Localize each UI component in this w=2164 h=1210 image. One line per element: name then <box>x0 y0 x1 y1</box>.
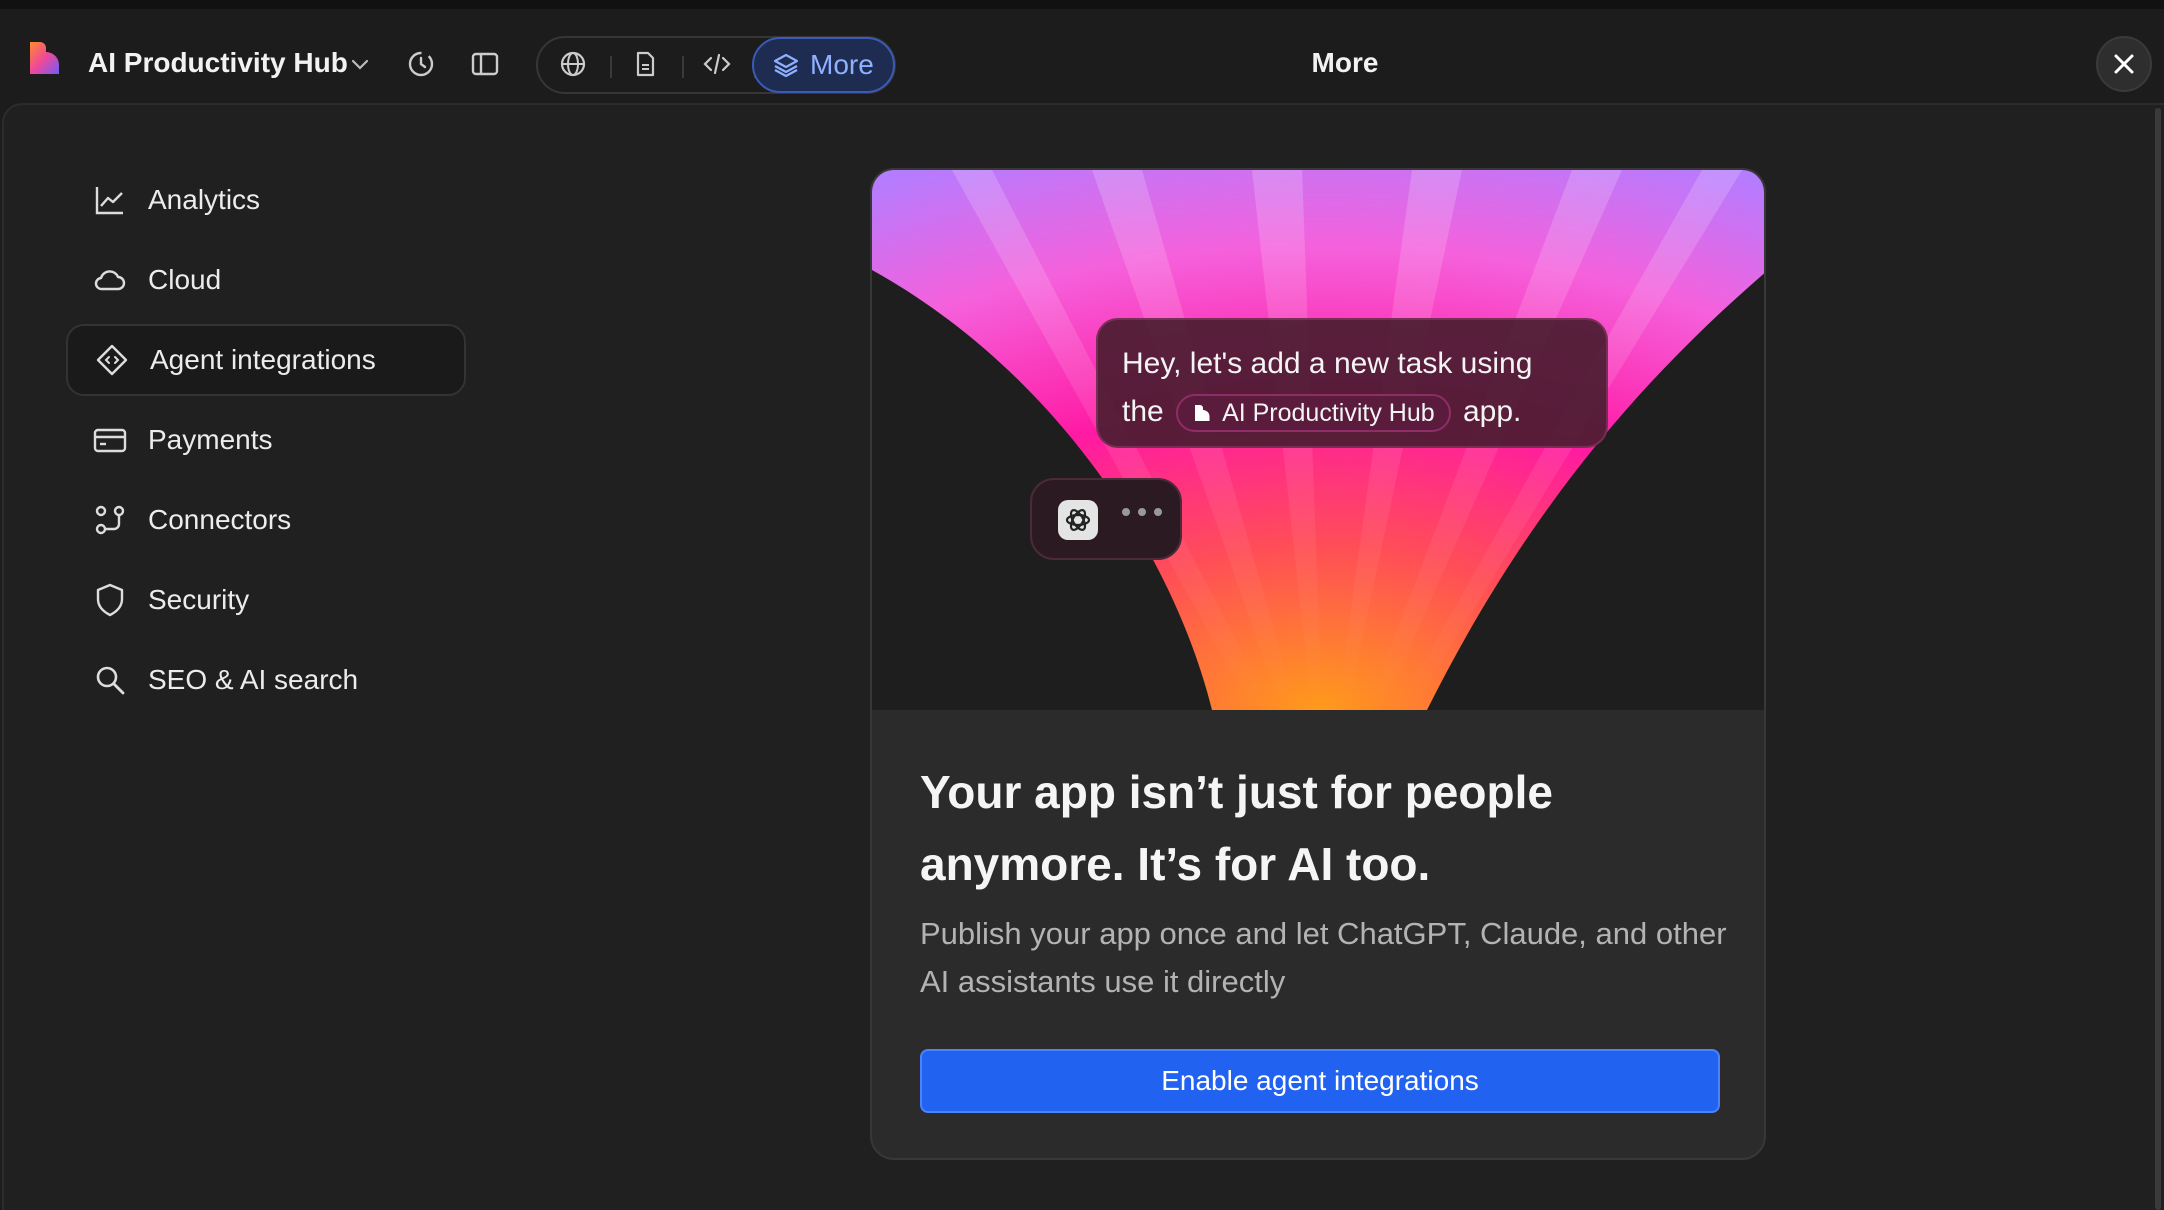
chat-message-line: Hey, let's add a new task using <box>1122 347 1533 380</box>
shield-icon <box>96 583 124 617</box>
sidebar-item-label: Security <box>148 584 250 615</box>
sidebar-item-label: Analytics <box>148 184 261 215</box>
card-headline-line: Your app isn’t just for people <box>920 766 1553 818</box>
card-headline-line: anymore. It’s for AI too. <box>920 838 1431 890</box>
card-description-line: AI assistants use it directly <box>920 964 1286 999</box>
top-bar: AI Productivity Hub More More <box>0 0 2164 103</box>
app-mention-chip: AI Productivity Hub <box>1176 394 1451 433</box>
credit-card-icon <box>93 428 127 453</box>
chat-message-bubble: Hey, let's add a new task using the AI P… <box>1096 318 1608 448</box>
sidebar-item-seo[interactable]: SEO & AI search <box>66 644 466 716</box>
card-body: Your app isn’t just for people anymore. … <box>920 756 1730 1006</box>
history-icon[interactable] <box>405 48 437 80</box>
typing-dot <box>1138 508 1146 516</box>
sidebar-item-connectors[interactable]: Connectors <box>66 484 466 556</box>
app-title[interactable]: AI Productivity Hub <box>88 47 348 79</box>
divider <box>682 56 684 78</box>
close-icon <box>2114 54 2134 74</box>
card-description: Publish your app once and let ChatGPT, C… <box>920 910 1730 1006</box>
chart-line-icon <box>95 187 123 215</box>
sidebar-item-security[interactable]: Security <box>66 564 466 636</box>
divider <box>610 56 612 78</box>
typing-dot <box>1154 508 1162 516</box>
sidebar-item-analytics[interactable]: Analytics <box>66 164 466 236</box>
sidebar-item-agent-integrations[interactable]: Agent integrations <box>66 324 466 396</box>
enable-agent-integrations-button[interactable]: Enable agent integrations <box>920 1049 1720 1113</box>
page-title: More <box>1311 47 1379 78</box>
sidebar-item-label: Cloud <box>148 264 222 295</box>
more-button[interactable]: More <box>752 37 895 93</box>
diamond-code-icon <box>96 344 128 376</box>
sidebar-item-label: Payments <box>148 424 273 455</box>
sidebar-nav: Analytics Cloud Agent integrations Payme… <box>66 164 466 724</box>
connectors-icon <box>95 505 125 535</box>
app-logo-icon[interactable] <box>24 38 64 78</box>
code-icon[interactable] <box>701 48 733 80</box>
layers-icon <box>773 53 799 78</box>
scrollbar[interactable] <box>2155 108 2161 1210</box>
sidebar-toggle-icon[interactable] <box>469 48 501 80</box>
more-button-label: More <box>810 49 874 80</box>
app-mention-label: AI Productivity Hub <box>1222 399 1435 428</box>
document-icon[interactable] <box>629 48 661 80</box>
card-headline: Your app isn’t just for people anymore. … <box>920 756 1730 900</box>
cloud-icon <box>94 270 126 291</box>
sidebar-item-label: Connectors <box>148 504 292 535</box>
chevron-down-icon[interactable] <box>349 53 371 75</box>
chat-message-text: app. <box>1463 395 1522 428</box>
typing-dot <box>1122 508 1130 516</box>
typing-indicator <box>1030 478 1182 560</box>
close-button[interactable] <box>2096 36 2152 92</box>
agent-integrations-card: Hey, let's add a new task using the AI P… <box>870 168 1766 1160</box>
sidebar-item-cloud[interactable]: Cloud <box>66 244 466 316</box>
chat-message-text: the <box>1122 395 1164 428</box>
sidebar-item-label: Agent integrations <box>150 344 376 375</box>
sidebar-item-payments[interactable]: Payments <box>66 404 466 476</box>
card-description-line: Publish your app once and let ChatGPT, C… <box>920 916 1727 951</box>
chatgpt-logo-icon <box>1058 500 1098 540</box>
sidebar-item-label: SEO & AI search <box>148 664 359 695</box>
search-icon <box>96 666 125 695</box>
globe-icon[interactable] <box>557 48 589 80</box>
app-logo-icon <box>1195 405 1210 422</box>
